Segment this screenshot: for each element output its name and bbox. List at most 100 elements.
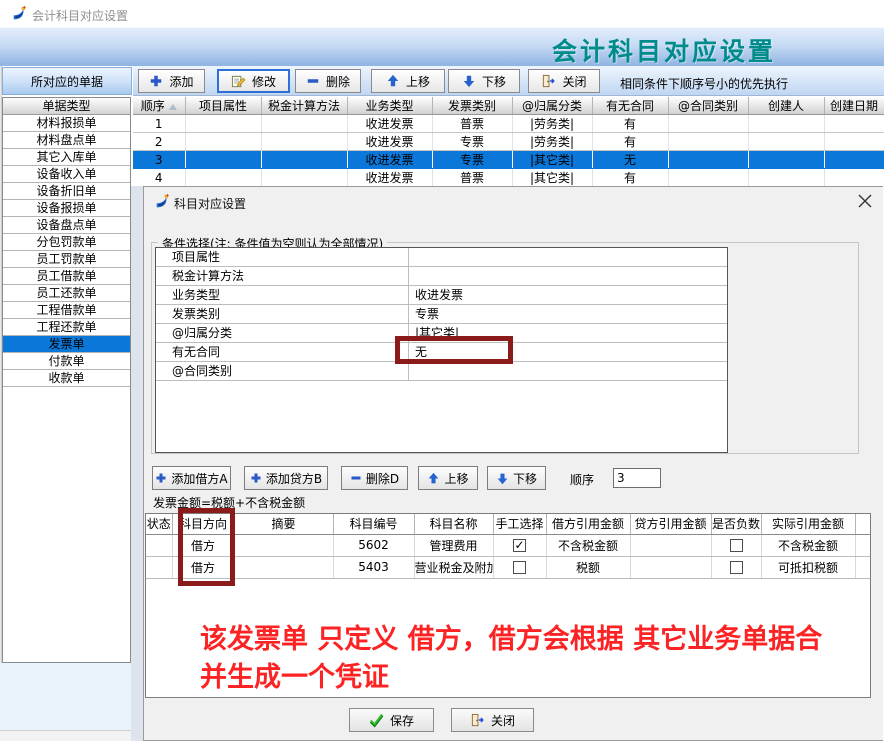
sidebar-item-material-inventory[interactable]: 材料盘点单 (3, 132, 130, 149)
negative-checkbox[interactable] (730, 539, 743, 552)
condition-value[interactable]: |其它类| (409, 324, 727, 342)
cell: 借方 (172, 556, 234, 578)
sidebar-item-payment[interactable]: 付款单 (3, 353, 130, 370)
left-panel-header: 所对应的单据 (2, 67, 132, 95)
table-row[interactable]: 4收进发票普票|其它类|有 (133, 169, 884, 187)
condition-row[interactable]: @归属分类 |其它类| (156, 324, 727, 343)
delete-button[interactable]: 删除 (295, 69, 361, 93)
column-header-create-date[interactable]: 创建日期 (824, 97, 884, 115)
cell (185, 115, 261, 133)
entry-column-negative[interactable]: 是否负数 (711, 514, 761, 534)
column-header-category[interactable]: @归属分类 (512, 97, 592, 115)
condition-value[interactable] (409, 248, 727, 266)
entry-column-manual-select[interactable]: 手工选择 (493, 514, 546, 534)
negative-checkbox[interactable] (730, 561, 743, 574)
condition-value[interactable]: 无 (409, 343, 727, 361)
cell: |劳务类| (512, 133, 592, 151)
sidebar-item-employee-fine[interactable]: 员工罚款单 (3, 251, 130, 268)
entry-column-subject-name[interactable]: 科目名称 (414, 514, 493, 534)
manual-select-checkbox[interactable] (513, 561, 526, 574)
entry-column-summary[interactable]: 摘要 (234, 514, 333, 534)
sidebar-item-project-loan[interactable]: 工程借款单 (3, 302, 130, 319)
cell: 普票 (432, 169, 512, 187)
entry-move-up-button[interactable]: 上移 (418, 466, 478, 490)
add-button[interactable]: 添加 (138, 69, 205, 93)
condition-value[interactable]: 收进发票 (409, 286, 727, 304)
modify-button-label: 修改 (252, 73, 276, 90)
condition-value[interactable]: 专票 (409, 305, 727, 323)
entry-move-down-button[interactable]: 下移 (487, 466, 546, 490)
condition-row[interactable]: 税金计算方法 (156, 267, 727, 286)
sidebar-item-subcontract-fine[interactable]: 分包罚款单 (3, 234, 130, 251)
column-header-creator[interactable]: 创建人 (748, 97, 824, 115)
sidebar-item-project-repayment[interactable]: 工程还款单 (3, 319, 130, 336)
arrow-down-icon (462, 74, 476, 88)
entry-column-subject-code[interactable]: 科目编号 (333, 514, 414, 534)
condition-row-has-contract[interactable]: 有无合同 无 (156, 343, 727, 362)
sidebar-item-equipment-income[interactable]: 设备收入单 (3, 166, 130, 183)
entry-column-credit-amount[interactable]: 贷方引用金额 (630, 514, 711, 534)
sidebar-item-invoice[interactable]: 发票单 (3, 336, 130, 353)
entry-column-debit-amount[interactable]: 借方引用金额 (546, 514, 630, 534)
dialog-close-button[interactable]: 关闭 (451, 708, 534, 732)
cell (711, 534, 761, 556)
cell (824, 169, 884, 187)
cell: 营业税金及附加 (414, 556, 493, 578)
cell: 不含税金额 (546, 534, 630, 556)
move-up-button[interactable]: 上移 (371, 69, 445, 93)
order-input[interactable] (613, 468, 661, 488)
condition-value[interactable] (409, 362, 727, 380)
sidebar-item-equipment-loss[interactable]: 设备报损单 (3, 200, 130, 217)
column-header-project-attr[interactable]: 项目属性 (185, 97, 261, 115)
entry-column-status[interactable]: 状态 (146, 514, 172, 534)
cell: 普票 (432, 115, 512, 133)
table-row[interactable]: 2收进发票专票|劳务类|有 (133, 133, 884, 151)
cell (630, 556, 711, 578)
condition-row[interactable]: 发票类别 专票 (156, 305, 727, 324)
entry-column-actual-amount[interactable]: 实际引用金额 (761, 514, 855, 534)
column-header-order[interactable]: 顺序 (133, 97, 185, 115)
condition-row[interactable]: @合同类别 (156, 362, 727, 381)
condition-row[interactable]: 项目属性 (156, 248, 727, 267)
sidebar-item-receipt[interactable]: 收款单 (3, 370, 130, 387)
column-header-invoice-type[interactable]: 发票类别 (432, 97, 512, 115)
exit-door-icon (541, 74, 556, 89)
table-row-selected[interactable]: 3收进发票专票|其它类|无 (133, 151, 884, 169)
subject-mapping-dialog: 科目对应设置 条件选择(注: 条件值为空则认为全部情况) 项目属性 税金计算方法… (143, 186, 883, 741)
cell (748, 151, 824, 169)
entry-row[interactable]: 借方 5403 营业税金及附加 税额 可抵扣税额 (146, 556, 871, 578)
delete-entry-button[interactable]: 删除D (341, 466, 408, 490)
sidebar-item-employee-loan[interactable]: 员工借款单 (3, 268, 130, 285)
cell (668, 169, 748, 187)
sidebar-item-material-loss[interactable]: 材料报损单 (3, 115, 130, 132)
sidebar-item-equipment-inventory[interactable]: 设备盘点单 (3, 217, 130, 234)
entry-column-direction[interactable]: 科目方向 (172, 514, 234, 534)
left-panel-header-label: 所对应的单据 (31, 73, 103, 90)
column-header-contract-type[interactable]: @合同类别 (668, 97, 748, 115)
move-down-button[interactable]: 下移 (448, 69, 520, 93)
sidebar-item-other-inbound[interactable]: 其它入库单 (3, 149, 130, 166)
modify-button[interactable]: 修改 (217, 69, 290, 93)
cell: 专票 (432, 151, 512, 169)
add-credit-button[interactable]: 添加贷方B (244, 466, 328, 490)
save-button[interactable]: 保存 (349, 708, 434, 732)
entry-row[interactable]: 借方 5602 管理费用 ✓ 不含税金额 不含税金额 (146, 534, 871, 556)
condition-row[interactable]: 业务类型 收进发票 (156, 286, 727, 305)
app-logo-icon (153, 193, 170, 210)
close-button[interactable]: 关闭 (528, 69, 600, 93)
column-header-has-contract[interactable]: 有无合同 (592, 97, 668, 115)
column-header-tax-method[interactable]: 税金计算方法 (261, 97, 347, 115)
column-header-business-type[interactable]: 业务类型 (347, 97, 432, 115)
add-debit-button[interactable]: 添加借方A (152, 466, 231, 490)
manual-select-checkbox[interactable]: ✓ (513, 539, 526, 552)
cell: 无 (592, 151, 668, 169)
cell (668, 115, 748, 133)
sidebar-item-equipment-depreciation[interactable]: 设备折旧单 (3, 183, 130, 200)
dialog-close-icon[interactable] (856, 192, 874, 210)
condition-value[interactable] (409, 267, 727, 285)
condition-label: @合同类别 (156, 362, 409, 380)
sidebar-header: 单据类型 (3, 98, 130, 115)
check-icon (369, 713, 384, 728)
sidebar-item-employee-repayment[interactable]: 员工还款单 (3, 285, 130, 302)
table-row[interactable]: 1收进发票普票|劳务类|有 (133, 115, 884, 133)
